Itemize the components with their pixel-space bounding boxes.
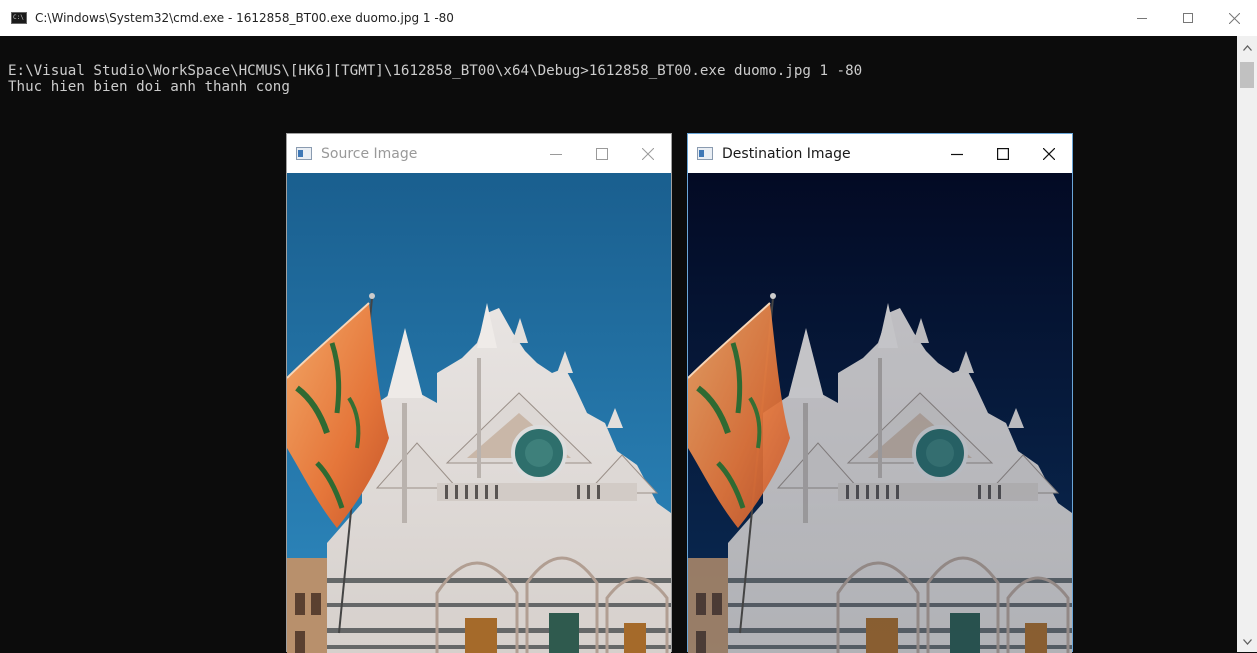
console-app-icon[interactable]: [11, 12, 27, 24]
maximize-icon: [1183, 13, 1193, 23]
close-button[interactable]: [1211, 0, 1257, 36]
console-output[interactable]: E:\Visual Studio\WorkSpace\HCMUS\[HK6][T…: [8, 63, 862, 95]
console-window-controls: [1119, 0, 1257, 36]
maximize-icon: [997, 147, 1009, 160]
window-app-icon: [697, 147, 713, 160]
source-minimize-button[interactable]: [533, 134, 579, 173]
destination-close-button[interactable]: [1026, 134, 1072, 173]
destination-window-controls: [934, 134, 1072, 173]
scroll-down-button[interactable]: [1237, 632, 1257, 652]
close-icon: [1228, 12, 1240, 24]
destination-minimize-button[interactable]: [934, 134, 980, 173]
destination-image-canvas[interactable]: [688, 173, 1072, 653]
console-line-result: Thuc hien bien doi anh thanh cong: [8, 79, 290, 95]
close-icon: [1043, 147, 1055, 160]
source-image-window[interactable]: Source Image: [286, 133, 672, 653]
scroll-up-button[interactable]: [1237, 38, 1257, 58]
scroll-thumb[interactable]: [1240, 62, 1254, 88]
cathedral-photo: [287, 173, 671, 653]
maximize-button[interactable]: [1165, 0, 1211, 36]
chevron-up-icon: [1242, 45, 1252, 51]
destination-window-title-bar[interactable]: Destination Image: [688, 134, 1072, 173]
console-scrollbar[interactable]: [1237, 36, 1257, 652]
minimize-icon: [951, 153, 963, 155]
console-title-bar[interactable]: C:\Windows\System32\cmd.exe - 1612858_BT…: [0, 0, 1257, 36]
chevron-down-icon: [1242, 639, 1252, 645]
minimize-icon: [1137, 18, 1147, 19]
minimize-button[interactable]: [1119, 0, 1165, 36]
source-maximize-button[interactable]: [579, 134, 625, 173]
destination-window-title: Destination Image: [722, 145, 851, 162]
close-icon: [642, 147, 654, 160]
console-window-title: C:\Windows\System32\cmd.exe - 1612858_BT…: [35, 11, 454, 25]
destination-image-window[interactable]: Destination Image: [687, 133, 1073, 653]
minimize-icon: [550, 153, 562, 155]
console-line-command: E:\Visual Studio\WorkSpace\HCMUS\[HK6][T…: [8, 63, 863, 79]
source-window-controls: [533, 134, 671, 173]
window-app-icon: [296, 147, 312, 160]
source-window-title-bar[interactable]: Source Image: [287, 134, 671, 173]
source-close-button[interactable]: [625, 134, 671, 173]
destination-maximize-button[interactable]: [980, 134, 1026, 173]
source-image-canvas[interactable]: [287, 173, 671, 653]
maximize-icon: [596, 147, 608, 160]
cathedral-photo: [688, 173, 1072, 653]
source-window-title: Source Image: [321, 145, 418, 162]
